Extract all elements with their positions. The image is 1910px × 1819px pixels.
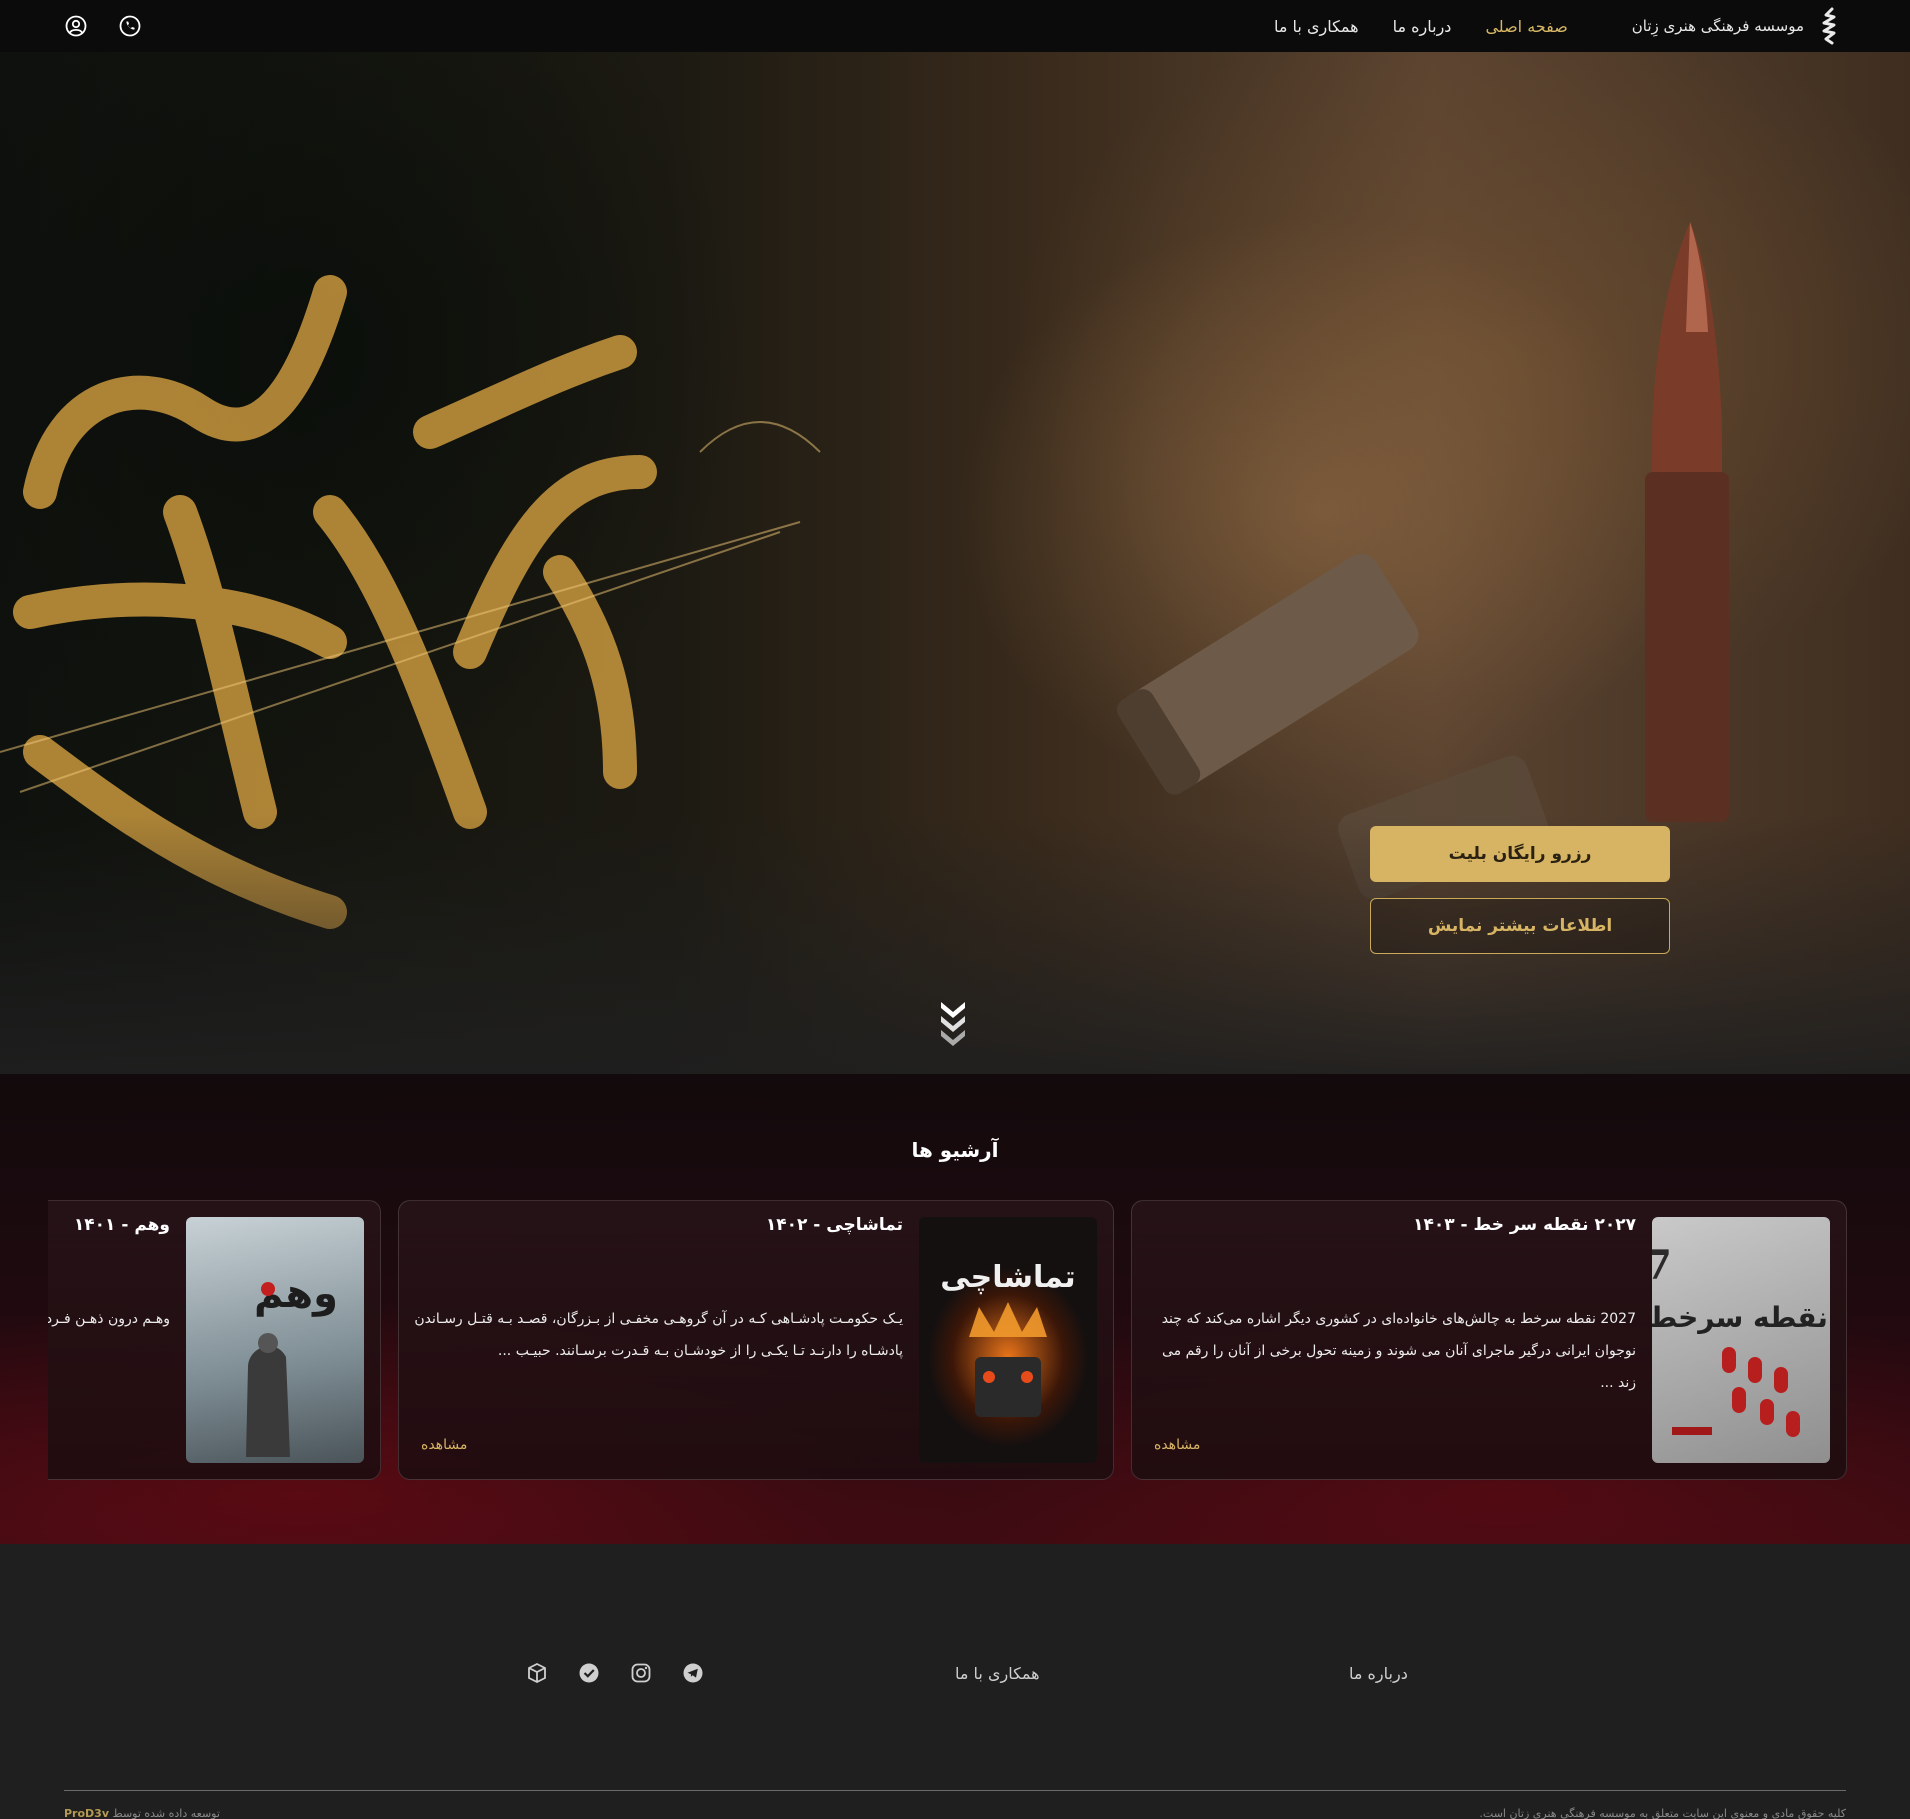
developed-by-label: توسعه داده شده توسط [112, 1807, 220, 1819]
verified-icon[interactable] [578, 1662, 600, 1684]
card-description: یـک حکومـت پادشـاهی کـه در آن گروهـی مخف… [414, 1311, 903, 1359]
footer-cooperate-link[interactable]: همکاری با ما [955, 1664, 1040, 1683]
poster-image: تماشاچی [919, 1217, 1097, 1463]
card-description: وهـم درون ذهـن فـرد میشود، بـه دنیای وه [48, 1311, 170, 1327]
main-nav: صفحه اصلی درباره ما همکاری با ما [1274, 17, 1568, 36]
card-title: وهم - ۱۴۰۱ [73, 1215, 170, 1235]
hero-banner: رزرو رایگان بلیت اطلاعات بیشتر نمایش [0, 52, 1910, 1074]
poster-image: 2027 نقطه سرخط [1652, 1217, 1830, 1463]
archive-card[interactable]: تماشاچی تماشاچی - ۱۴۰۲ یـک حکومـت پادشـا… [398, 1200, 1114, 1480]
brand[interactable]: موسسه فرهنگی هنری زِتان [1632, 7, 1842, 45]
archive-title: آرشیو ها [911, 1138, 999, 1162]
nav-about[interactable]: درباره ما [1393, 17, 1452, 36]
card-description: 2027 نقطه سرخط به چالش‌های خانواده‌ای در… [1161, 1311, 1636, 1391]
poster-title-art: تماشاچی [940, 1260, 1075, 1295]
header-icons [64, 14, 142, 38]
archive-card[interactable]: 2027 نقطه سرخط ۲۰۲۷ نقطه سر خط - ۱۴۰۳ 20… [1131, 1200, 1847, 1480]
logo-icon [1822, 7, 1836, 45]
card-title: ۲۰۲۷ نقطه سر خط - ۱۴۰۳ [1413, 1215, 1636, 1235]
telegram-icon[interactable] [682, 1662, 704, 1684]
box-icon[interactable] [526, 1662, 548, 1684]
view-link[interactable]: مشاهده [1154, 1437, 1200, 1453]
footer-divider [64, 1790, 1846, 1791]
archive-carousel[interactable]: 2027 نقطه سرخط ۲۰۲۷ نقطه سر خط - ۱۴۰۳ 20… [48, 1200, 1848, 1480]
nav-home[interactable]: صفحه اصلی [1485, 17, 1567, 36]
nav-cooperate[interactable]: همکاری با ما [1274, 17, 1359, 36]
view-link[interactable]: مشاهده [421, 1437, 467, 1453]
footer-about-link[interactable]: درباره ما [1349, 1664, 1408, 1683]
brand-name: موسسه فرهنگی هنری زِتان [1631, 17, 1804, 35]
poster-title-art: 2027 [1652, 1242, 1672, 1289]
more-info-button[interactable]: اطلاعات بیشتر نمایش [1370, 898, 1670, 954]
poster-title-art: نقطه سرخط [1652, 1301, 1828, 1334]
phone-icon[interactable] [118, 14, 142, 38]
site-footer: درباره ما همکاری با ما کلیه حقوق مادی و … [0, 1544, 1910, 1819]
bullet-shell-lying [1117, 553, 1419, 795]
bullet-standing [1645, 222, 1729, 822]
archive-section: آرشیو ها 2027 نقطه سرخط [0, 1074, 1910, 1544]
site-header: موسسه فرهنگی هنری زِتان صفحه اصلی درباره… [0, 0, 1910, 52]
social-icons [526, 1662, 704, 1684]
archive-card[interactable]: وهم وهم - ۱۴۰۱ وهـم درون ذهـن فـرد میشود… [48, 1200, 381, 1480]
developer-credit: توسعه داده شده توسط ProD3v [64, 1807, 220, 1819]
instagram-icon[interactable] [630, 1662, 652, 1684]
developer-link[interactable]: ProD3v [64, 1807, 109, 1819]
poster-image: وهم [186, 1217, 364, 1463]
card-title: تماشاچی - ۱۴۰۲ [765, 1215, 903, 1235]
scroll-down-icon[interactable] [937, 998, 969, 1046]
reserve-ticket-button[interactable]: رزرو رایگان بلیت [1370, 826, 1670, 882]
copyright-text: کلیه حقوق مادی و معنوی این سایت متعلق به… [1479, 1807, 1846, 1819]
user-icon[interactable] [64, 14, 88, 38]
